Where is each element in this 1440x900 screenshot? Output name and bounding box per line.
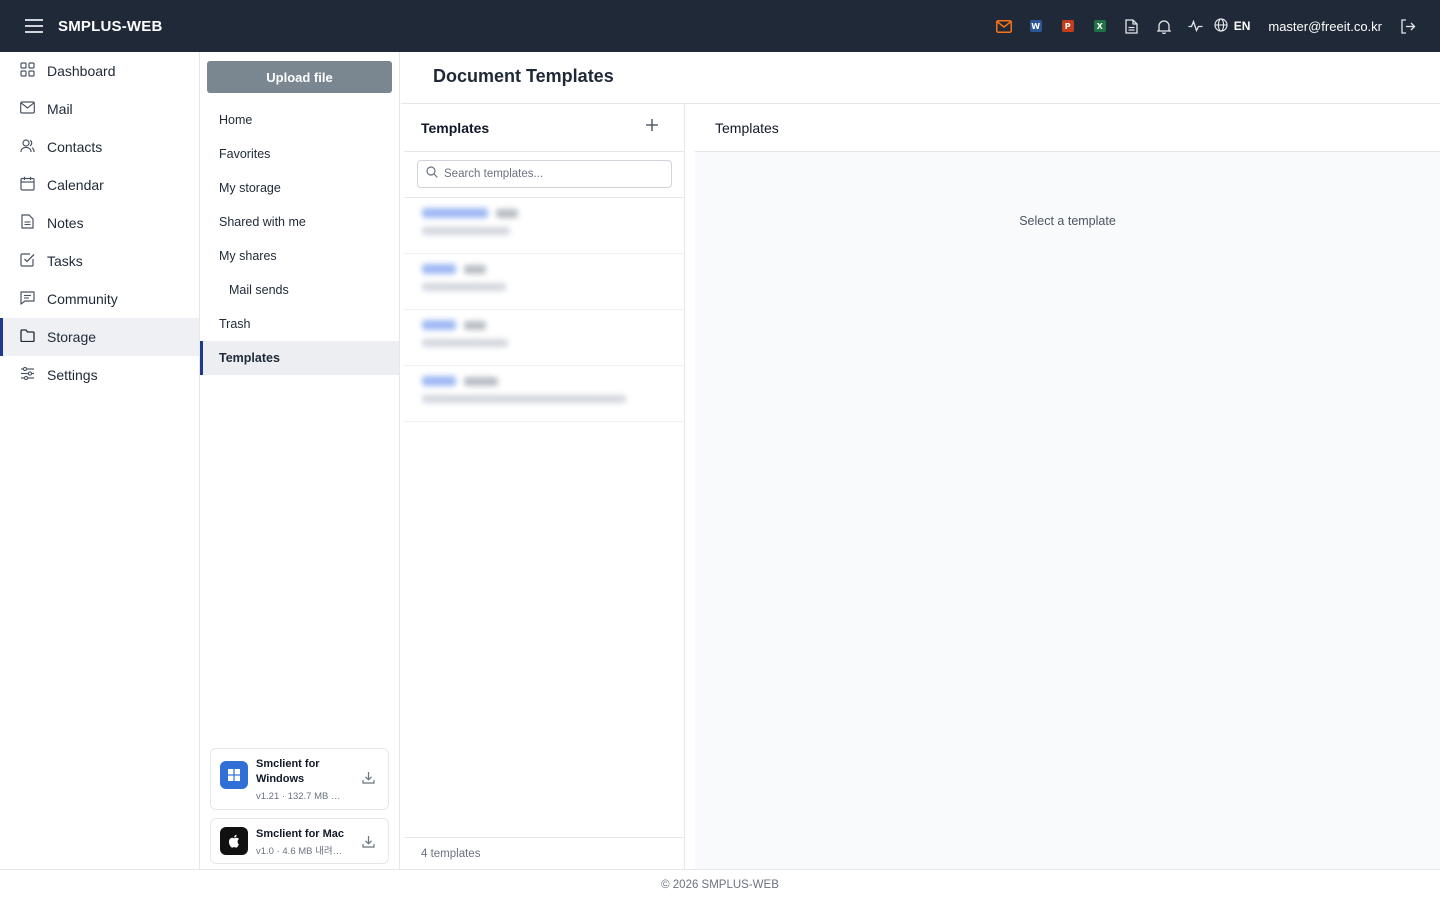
- empty-state-text: Select a template: [1019, 214, 1116, 228]
- tasks-icon: [20, 252, 47, 270]
- sidebar-item-label: Notes: [47, 215, 84, 231]
- client-text: Smclient for Mac v1.0 · 4.6 MB 내려받기: [256, 827, 358, 857]
- mail-icon: [20, 101, 47, 117]
- powerpoint-icon[interactable]: P: [1052, 10, 1084, 42]
- templates-count: 4 templates: [404, 837, 684, 870]
- language-label: EN: [1233, 19, 1251, 33]
- settings-icon: [20, 366, 47, 383]
- sidebar-item-label: Mail: [47, 101, 73, 117]
- sidebar-item-label: Dashboard: [47, 63, 116, 79]
- top-bar: SMPLUS-WEB W P X EN master@freeit.co.kr: [0, 0, 1440, 52]
- sidebar-item-dashboard[interactable]: Dashboard: [0, 52, 199, 90]
- sidebar-item-community[interactable]: Community: [0, 280, 199, 318]
- app-brand[interactable]: SMPLUS-WEB: [58, 18, 163, 35]
- language-selector[interactable]: EN: [1214, 17, 1251, 35]
- client-download-mac[interactable]: Smclient for Mac v1.0 · 4.6 MB 내려받기: [210, 818, 389, 864]
- template-row-meta: [422, 283, 506, 291]
- page-footer: © 2026 SMPLUS-WEB: [0, 869, 1440, 900]
- activity-icon[interactable]: [1180, 10, 1212, 42]
- search-templates-field: [417, 160, 672, 188]
- storage-item-shared-with-me[interactable]: Shared with me: [200, 205, 399, 239]
- excel-icon[interactable]: X: [1084, 10, 1116, 42]
- client-download-windows[interactable]: Smclient for Windows v1.21 · 132.7 MB 내려…: [210, 748, 389, 810]
- client-text: Smclient for Windows v1.21 · 132.7 MB 내려…: [256, 757, 358, 802]
- top-actions: W P X EN master@freeit.co.kr: [988, 10, 1424, 42]
- template-row-title: [422, 376, 684, 386]
- template-detail-header: Templates: [695, 104, 1440, 152]
- upload-file-button[interactable]: Upload file: [207, 61, 392, 93]
- template-row-title: [422, 264, 684, 274]
- sidebar-item-settings[interactable]: Settings: [0, 356, 199, 394]
- notes-icon: [20, 214, 47, 232]
- storage-item-favorites[interactable]: Favorites: [200, 137, 399, 171]
- template-row-meta: [422, 339, 508, 347]
- windows-icon: [220, 761, 248, 789]
- folder-icon: [20, 329, 47, 345]
- sidebar-item-tasks[interactable]: Tasks: [0, 242, 199, 280]
- storage-item-my-shares[interactable]: My shares: [200, 239, 399, 273]
- sidebar-item-label: Contacts: [47, 139, 103, 155]
- add-template-button[interactable]: [642, 118, 662, 138]
- bell-icon[interactable]: [1148, 10, 1180, 42]
- templates-list-header: Templates: [404, 104, 684, 152]
- sidebar-item-label: Tasks: [47, 253, 83, 269]
- sidebar-item-label: Storage: [47, 329, 97, 345]
- search-templates-input[interactable]: [444, 168, 664, 180]
- template-row[interactable]: [404, 310, 684, 366]
- sidebar-item-contacts[interactable]: Contacts: [0, 128, 199, 166]
- client-meta: v1.21 · 132.7 MB 내려받기: [256, 791, 348, 802]
- sidebar-item-storage[interactable]: Storage: [0, 318, 199, 356]
- sidebar-item-calendar[interactable]: Calendar: [0, 166, 199, 204]
- client-name: Smclient for Windows: [256, 758, 320, 785]
- storage-item-templates[interactable]: Templates: [200, 341, 399, 375]
- contacts-icon: [20, 138, 47, 156]
- sidebar-item-mail[interactable]: Mail: [0, 90, 199, 128]
- logout-icon[interactable]: [1392, 10, 1424, 42]
- main-sidebar: Dashboard Mail Contacts Calendar Notes T…: [0, 52, 200, 870]
- page-title: Document Templates: [433, 66, 614, 86]
- sidebar-item-label: Settings: [47, 367, 98, 383]
- community-icon: [20, 290, 47, 308]
- sidebar-item-label: Calendar: [47, 177, 104, 193]
- hamburger-icon[interactable]: [22, 14, 46, 38]
- storage-panel: Upload file Home Favorites My storage Sh…: [200, 52, 400, 870]
- storage-item-home[interactable]: Home: [200, 103, 399, 137]
- word-icon[interactable]: W: [1020, 10, 1052, 42]
- user-email[interactable]: master@freeit.co.kr: [1268, 19, 1382, 34]
- document-icon[interactable]: [1116, 10, 1148, 42]
- template-row[interactable]: [404, 198, 684, 254]
- download-icon[interactable]: [358, 831, 378, 851]
- templates-list-panel: Templates 4 templates: [404, 104, 685, 870]
- sidebar-item-notes[interactable]: Notes: [0, 204, 199, 242]
- template-row-meta: [422, 395, 626, 403]
- storage-item-trash[interactable]: Trash: [200, 307, 399, 341]
- template-row[interactable]: [404, 366, 684, 422]
- template-row-meta: [422, 227, 510, 235]
- client-name: Smclient for Mac: [256, 828, 345, 840]
- templates-list-title: Templates: [421, 119, 490, 136]
- plus-icon: [645, 118, 659, 137]
- client-meta: v1.0 · 4.6 MB 내려받기: [256, 846, 348, 857]
- templates-list: [404, 198, 684, 422]
- storage-item-mail-sends[interactable]: Mail sends: [200, 273, 399, 307]
- sidebar-item-label: Community: [47, 291, 118, 307]
- dashboard-icon: [20, 62, 47, 80]
- template-row-title: [422, 320, 684, 330]
- search-icon: [426, 165, 438, 183]
- template-row[interactable]: [404, 254, 684, 310]
- storage-nav: Home Favorites My storage Shared with me…: [200, 103, 399, 375]
- download-icon[interactable]: [358, 767, 378, 787]
- template-detail-body: Select a template: [695, 152, 1440, 870]
- template-row-title: [422, 208, 684, 218]
- apple-icon: [220, 827, 248, 855]
- calendar-icon: [20, 176, 47, 194]
- mail-icon[interactable]: [988, 10, 1020, 42]
- storage-item-my-storage[interactable]: My storage: [200, 171, 399, 205]
- globe-icon: [1214, 17, 1228, 35]
